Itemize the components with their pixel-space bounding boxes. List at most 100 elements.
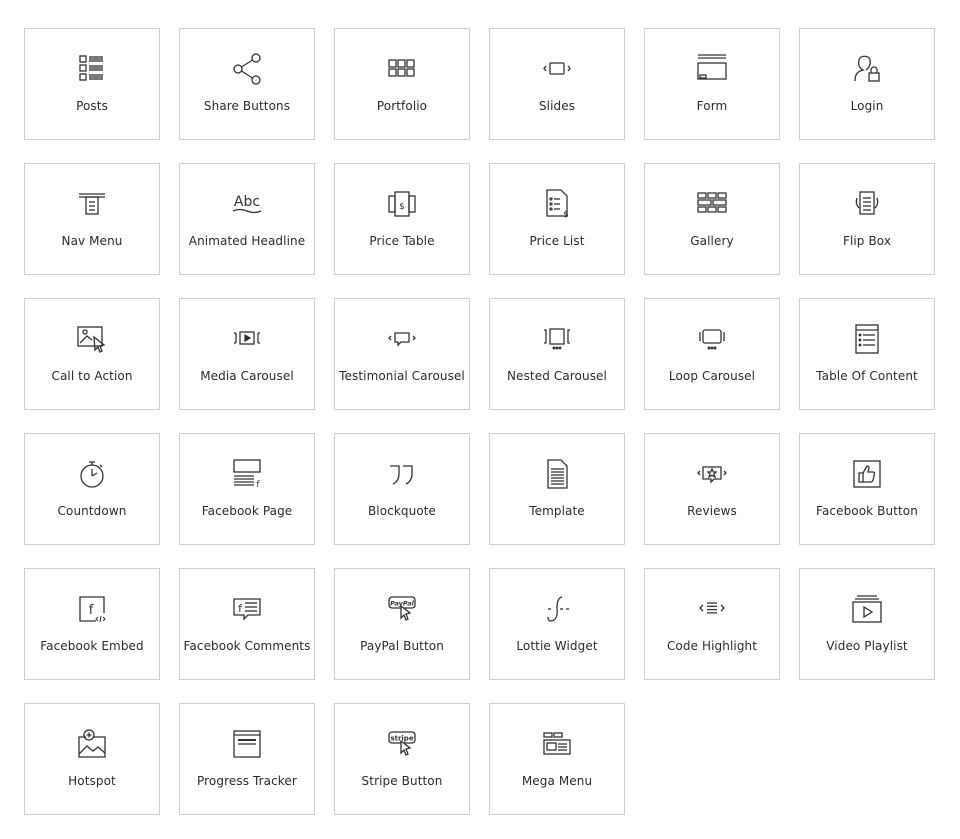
widget-loop-carousel[interactable]: Loop Carousel: [644, 298, 780, 410]
lottie-icon: [539, 591, 575, 627]
code-highlight-icon: [694, 591, 730, 627]
widget-testimonial-carousel[interactable]: Testimonial Carousel: [334, 298, 470, 410]
widget-facebook-page[interactable]: f Facebook Page: [179, 433, 315, 545]
reviews-icon: [694, 456, 730, 492]
widget-progress-tracker[interactable]: Progress Tracker: [179, 703, 315, 815]
slides-icon: [539, 51, 575, 87]
widget-facebook-button[interactable]: Facebook Button: [799, 433, 935, 545]
call-to-action-icon: [74, 321, 110, 357]
widget-form[interactable]: Form: [644, 28, 780, 140]
widget-share-buttons[interactable]: Share Buttons: [179, 28, 315, 140]
media-carousel-icon: [229, 321, 265, 357]
widget-mega-menu[interactable]: Mega Menu: [489, 703, 625, 815]
widget-facebook-embed[interactable]: f Facebook Embed: [24, 568, 160, 680]
widget-label: Login: [850, 99, 884, 113]
widget-label: Blockquote: [367, 504, 437, 518]
widget-table-of-content[interactable]: Table Of Content: [799, 298, 935, 410]
widget-label: Flip Box: [842, 234, 892, 248]
widget-label: Code Highlight: [666, 639, 758, 653]
widget-label: Nav Menu: [61, 234, 123, 248]
loop-carousel-icon: [694, 321, 730, 357]
widget-label: Price List: [529, 234, 585, 248]
gallery-icon: [694, 186, 730, 222]
widget-label: Gallery: [690, 234, 734, 248]
mega-menu-icon: [539, 726, 575, 762]
posts-icon: [74, 51, 110, 87]
svg-text:$: $: [563, 210, 569, 220]
widget-login[interactable]: Login: [799, 28, 935, 140]
widget-nav-menu[interactable]: Nav Menu: [24, 163, 160, 275]
widget-media-carousel[interactable]: Media Carousel: [179, 298, 315, 410]
widget-countdown[interactable]: Countdown: [24, 433, 160, 545]
table-of-content-icon: [849, 321, 885, 357]
widget-stripe-button[interactable]: stripe Stripe Button: [334, 703, 470, 815]
widget-slides[interactable]: Slides: [489, 28, 625, 140]
blockquote-icon: [384, 456, 420, 492]
widget-lottie-widget[interactable]: Lottie Widget: [489, 568, 625, 680]
widget-posts[interactable]: Posts: [24, 28, 160, 140]
widget-label: Slides: [538, 99, 576, 113]
widget-label: Hotspot: [68, 774, 116, 788]
widget-label: Video Playlist: [826, 639, 908, 653]
facebook-embed-icon: f: [74, 591, 110, 627]
widget-label: Nested Carousel: [507, 369, 607, 383]
login-icon: [849, 51, 885, 87]
widget-video-playlist[interactable]: Video Playlist: [799, 568, 935, 680]
widget-label: Progress Tracker: [197, 774, 297, 788]
nav-menu-icon: [74, 186, 110, 222]
widget-portfolio[interactable]: Portfolio: [334, 28, 470, 140]
widget-animated-headline[interactable]: Abc Animated Headline: [179, 163, 315, 275]
widget-paypal-button[interactable]: PayPal PayPal Button: [334, 568, 470, 680]
facebook-button-icon: [849, 456, 885, 492]
form-icon: [694, 51, 730, 87]
share-icon: [229, 51, 265, 87]
widget-label: Posts: [76, 99, 108, 113]
video-playlist-icon: [849, 591, 885, 627]
widget-label: Table Of Content: [816, 369, 918, 383]
svg-text:f: f: [256, 480, 260, 490]
facebook-page-icon: f: [229, 456, 265, 492]
widget-code-highlight[interactable]: Code Highlight: [644, 568, 780, 680]
widget-hotspot[interactable]: Hotspot: [24, 703, 160, 815]
widget-label: Lottie Widget: [516, 639, 598, 653]
widget-grid: Posts Share Buttons Portfolio Slides Form Log…: [24, 28, 935, 815]
countdown-icon: [74, 456, 110, 492]
flip-box-icon: [849, 186, 885, 222]
widget-template[interactable]: Template: [489, 433, 625, 545]
widget-call-to-action[interactable]: Call to Action: [24, 298, 160, 410]
facebook-comments-icon: f: [229, 591, 265, 627]
paypal-button-icon: PayPal: [384, 591, 420, 627]
svg-text:f: f: [89, 603, 94, 618]
widget-label: Portfolio: [376, 99, 428, 113]
widget-label: Facebook Comments: [183, 639, 311, 653]
template-icon: [539, 456, 575, 492]
widget-label: Form: [696, 99, 728, 113]
widget-gallery[interactable]: Gallery: [644, 163, 780, 275]
svg-text:Abc: Abc: [234, 194, 260, 210]
widget-reviews[interactable]: Reviews: [644, 433, 780, 545]
widget-label: Testimonial Carousel: [339, 369, 465, 383]
widget-label: Loop Carousel: [668, 369, 756, 383]
widget-label: Animated Headline: [188, 234, 306, 248]
widget-flip-box[interactable]: Flip Box: [799, 163, 935, 275]
widget-facebook-comments[interactable]: f Facebook Comments: [179, 568, 315, 680]
widget-label: Mega Menu: [521, 774, 593, 788]
price-table-icon: $: [384, 186, 420, 222]
svg-text:f: f: [238, 602, 243, 615]
animated-headline-icon: Abc: [229, 186, 265, 222]
widget-label: Facebook Button: [816, 504, 918, 518]
price-list-icon: $: [539, 186, 575, 222]
progress-tracker-icon: [229, 726, 265, 762]
widget-blockquote[interactable]: Blockquote: [334, 433, 470, 545]
widget-label: Price Table: [369, 234, 435, 248]
widget-label: Call to Action: [51, 369, 133, 383]
widget-label: PayPal Button: [360, 639, 444, 653]
widget-price-table[interactable]: $ Price Table: [334, 163, 470, 275]
widget-label: Media Carousel: [200, 369, 294, 383]
portfolio-icon: [384, 51, 420, 87]
widget-price-list[interactable]: $ Price List: [489, 163, 625, 275]
widget-label: Share Buttons: [203, 99, 291, 113]
widget-nested-carousel[interactable]: Nested Carousel: [489, 298, 625, 410]
nested-carousel-icon: [539, 321, 575, 357]
stripe-button-icon: stripe: [384, 726, 420, 762]
